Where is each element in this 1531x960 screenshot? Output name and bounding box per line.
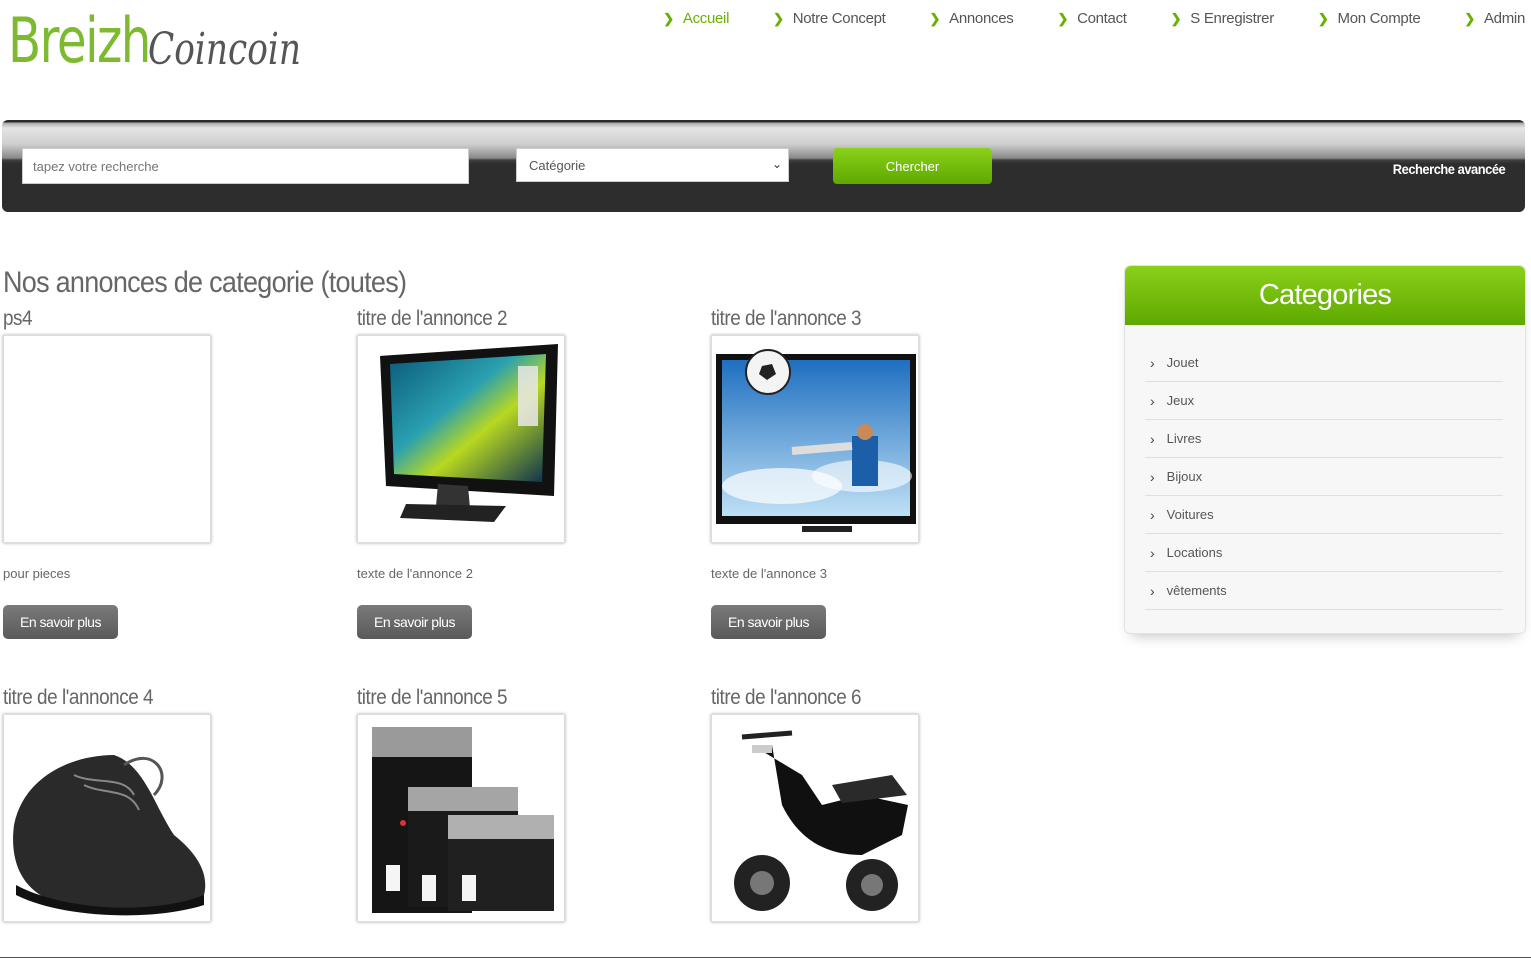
page-title: Nos annonces de categorie (toutes): [3, 266, 407, 299]
category-label: Jeux: [1166, 393, 1195, 408]
listing-title[interactable]: titre de l'annonce 2: [357, 307, 654, 331]
chevron-down-icon: ⌄: [771, 157, 782, 171]
more-button[interactable]: En savoir plus: [711, 605, 826, 639]
category-item-vetements[interactable]: › vêtements: [1145, 572, 1503, 610]
listing-card: titre de l'annonce 4: [3, 686, 333, 922]
category-label: Livres: [1166, 431, 1202, 446]
chevron-right-icon: ›: [1150, 430, 1155, 447]
listing-card: titre de l'annonce 2 texte de l'annonce …: [357, 307, 687, 639]
chevron-right-icon: ❯: [1057, 10, 1069, 26]
listing-text: pour pieces: [3, 566, 71, 581]
category-item-jeux[interactable]: › Jeux: [1145, 382, 1503, 420]
listing-card: titre de l'annonce 3 texte de l'annonce …: [711, 307, 1041, 639]
listing-image-shoe[interactable]: [3, 714, 211, 922]
nav-item-contact[interactable]: ❯ Contact: [1057, 10, 1127, 27]
nav-label: Contact: [1077, 10, 1127, 27]
listing-title[interactable]: titre de l'annonce 5: [357, 686, 654, 710]
listing-image-pouches[interactable]: [357, 714, 565, 922]
chevron-right-icon: ❯: [1317, 10, 1329, 26]
listing-title[interactable]: titre de l'annonce 6: [711, 686, 1008, 710]
chevron-right-icon: ›: [1150, 354, 1155, 371]
category-item-livres[interactable]: › Livres: [1145, 420, 1503, 458]
logo-part-2: Coincoin: [148, 24, 301, 75]
category-item-bijoux[interactable]: › Bijoux: [1145, 458, 1503, 496]
nav-item-notre-concept[interactable]: ❯ Notre Concept: [773, 10, 886, 27]
listing-title[interactable]: titre de l'annonce 3: [711, 307, 1008, 331]
nav-label: Admin: [1483, 10, 1525, 27]
chevron-right-icon: ›: [1150, 468, 1155, 485]
category-item-voitures[interactable]: › Voitures: [1145, 496, 1503, 534]
listing-card: titre de l'annonce 5: [357, 686, 687, 922]
listing-title[interactable]: ps4: [3, 307, 300, 331]
search-button[interactable]: Chercher: [833, 148, 992, 184]
search-input[interactable]: [22, 148, 469, 184]
nav-label: Annonces: [949, 10, 1014, 27]
category-item-jouet[interactable]: › Jouet: [1145, 344, 1503, 382]
listing-card: titre de l'annonce 6: [711, 686, 1041, 922]
category-label: Locations: [1166, 545, 1223, 560]
advanced-search-link[interactable]: Recherche avancée: [1393, 161, 1506, 177]
category-select-value: Catégorie: [529, 157, 586, 173]
more-button[interactable]: En savoir plus: [3, 605, 118, 639]
nav-label: S Enregistrer: [1190, 10, 1274, 27]
category-label: Voitures: [1166, 507, 1214, 522]
chevron-right-icon: ›: [1150, 544, 1155, 561]
nav-item-mon-compte[interactable]: ❯ Mon Compte: [1317, 10, 1421, 27]
categories-title: Categories: [1125, 266, 1525, 325]
listing-image-blank[interactable]: [3, 335, 211, 543]
listing-text: texte de l'annonce 3: [711, 566, 827, 581]
nav-item-annonces[interactable]: ❯ Annonces: [930, 10, 1014, 27]
listing-image-monitor[interactable]: [357, 335, 565, 543]
listing-card: ps4 pour pieces En savoir plus: [3, 307, 333, 639]
chevron-right-icon: ❯: [929, 10, 941, 26]
listing-image-scooter[interactable]: [711, 714, 919, 922]
listing-title[interactable]: titre de l'annonce 4: [3, 686, 300, 710]
listing-image-tv-football[interactable]: [711, 335, 919, 543]
category-label: vêtements: [1166, 583, 1227, 598]
more-button[interactable]: En savoir plus: [357, 605, 472, 639]
logo-part-1: Breizh: [8, 4, 151, 77]
chevron-right-icon: ›: [1150, 506, 1155, 523]
chevron-right-icon: ❯: [773, 10, 784, 26]
category-select[interactable]: Catégorie ⌄: [516, 148, 789, 182]
nav-label: Accueil: [682, 10, 730, 27]
nav-label: Notre Concept: [792, 10, 886, 27]
chevron-right-icon: ›: [1150, 392, 1155, 409]
main-nav: ❯ Accueil ❯ Notre Concept ❯ Annonces ❯ Conta…: [619, 10, 1525, 27]
site-logo[interactable]: Breizh Coincoin: [8, 4, 301, 86]
search-bar: Catégorie ⌄ Chercher Recherche avancée: [2, 120, 1525, 212]
listing-text: texte de l'annonce 2: [357, 566, 473, 581]
chevron-right-icon: ›: [1150, 582, 1155, 599]
nav-item-s-enregistrer[interactable]: ❯ S Enregistrer: [1170, 10, 1275, 27]
nav-label: Mon Compte: [1337, 10, 1421, 27]
chevron-right-icon: ❯: [1464, 10, 1475, 26]
category-item-locations[interactable]: › Locations: [1145, 534, 1503, 572]
divider: [0, 957, 1531, 958]
categories-panel: Categories › Jouet › Jeux › Livres › Bijoux …: [1124, 265, 1526, 634]
category-list: › Jouet › Jeux › Livres › Bijoux › Voitures ›…: [1145, 344, 1503, 610]
nav-item-accueil[interactable]: ❯ Accueil: [663, 10, 729, 27]
nav-item-admin[interactable]: ❯ Admin: [1464, 10, 1525, 27]
category-label: Jouet: [1166, 355, 1199, 370]
category-label: Bijoux: [1166, 469, 1203, 484]
chevron-right-icon: ❯: [663, 10, 674, 26]
chevron-right-icon: ❯: [1170, 10, 1182, 26]
